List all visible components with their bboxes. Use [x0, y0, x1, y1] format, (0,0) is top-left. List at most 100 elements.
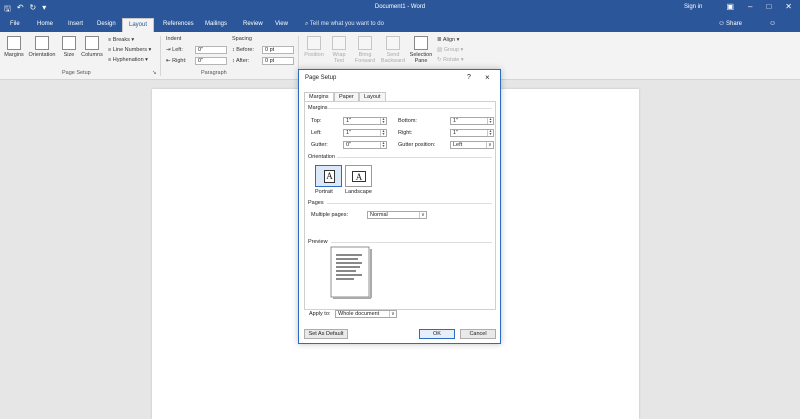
page-setup-launcher-icon[interactable]: ↘ — [152, 70, 157, 76]
send-backward-icon — [386, 36, 400, 50]
align-button[interactable]: ≣ Align ▾ — [437, 37, 459, 43]
spin-arrows-icon[interactable]: ▲ ▼ — [380, 117, 386, 124]
selection-pane-icon — [414, 36, 428, 50]
tab-review[interactable]: Review — [237, 19, 269, 32]
selection-pane-label: Selection Pane — [409, 52, 433, 64]
spin-arrows-icon[interactable]: ▲ ▼ — [380, 141, 386, 148]
tab-home[interactable]: Home — [31, 19, 59, 32]
bring-forward-label: Bring Forward — [354, 52, 376, 64]
margins-button[interactable]: Margins — [3, 36, 25, 58]
size-label: Size — [63, 52, 75, 58]
share-button[interactable]: Share — [726, 21, 742, 27]
orientation-button[interactable]: Orientation — [27, 36, 57, 58]
indent-left-text: Left: — [172, 47, 183, 53]
landscape-page-icon: A — [352, 171, 366, 182]
dialog-close-button[interactable]: × — [485, 73, 490, 82]
columns-icon — [85, 36, 99, 50]
section-divider — [337, 157, 492, 158]
portrait-option[interactable]: A — [315, 165, 342, 187]
position-label: Position — [304, 52, 324, 58]
preview-section-label: Preview — [308, 239, 328, 245]
bring-forward-button[interactable]: Bring Forward — [352, 36, 378, 64]
send-backward-button[interactable]: Send Backward — [380, 36, 406, 64]
gutter-value: 0" — [346, 142, 352, 148]
help-button[interactable]: ? — [467, 74, 471, 81]
tab-view[interactable]: View — [269, 19, 294, 32]
indent-left-label: ⇥ Left: — [166, 47, 183, 53]
size-button[interactable]: Size — [60, 36, 78, 58]
align-label: Align — [442, 37, 456, 43]
top-label: Top: — [311, 118, 322, 124]
tab-mailings[interactable]: Mailings — [199, 19, 233, 32]
chevron-down-icon: ∨ — [389, 311, 396, 317]
top-margin-input[interactable]: 1" ▲ ▼ — [343, 117, 387, 125]
multiple-pages-value: Normal — [370, 212, 388, 218]
minimize-icon[interactable]: – — [748, 2, 752, 11]
indent-right-input[interactable]: 0" — [195, 57, 227, 65]
gutter-input[interactable]: 0" ▲ ▼ — [343, 141, 387, 149]
tab-file[interactable]: File — [4, 19, 26, 32]
line-numbers-label: Line Numbers — [112, 47, 147, 53]
group-button[interactable]: ▧ Group ▾ — [437, 47, 463, 53]
wrap-text-icon — [332, 36, 346, 50]
spin-arrows-icon[interactable]: ▲ ▼ — [487, 117, 493, 124]
after-input[interactable]: 0 pt — [262, 57, 294, 65]
section-divider — [331, 242, 492, 243]
landscape-option[interactable]: A — [345, 165, 372, 187]
orientation-section-label: Orientation — [308, 154, 335, 160]
after-text: After: — [235, 58, 250, 64]
group-separator — [160, 36, 161, 76]
hyphenation-button[interactable]: ≡ Hyphenation ▾ — [108, 57, 148, 63]
tell-me-label: Tell me what you want to do — [309, 21, 384, 27]
ribbon-tabs: File Home Insert Design Layout Reference… — [0, 16, 800, 32]
bring-forward-icon — [358, 36, 372, 50]
ribbon-display-icon[interactable]: ▣ — [726, 2, 734, 11]
send-backward-label: Send Backward — [380, 52, 406, 64]
left-margin-input[interactable]: 1" ▲ ▼ — [343, 129, 387, 137]
tab-references[interactable]: References — [157, 19, 200, 32]
spin-arrows-icon[interactable]: ▲ ▼ — [380, 129, 386, 136]
spin-arrows-icon[interactable]: ▲ ▼ — [487, 129, 493, 136]
gutter-position-select[interactable]: Left ∨ — [450, 141, 494, 149]
breaks-button[interactable]: ≡ Breaks ▾ — [108, 37, 134, 43]
orientation-icon — [35, 36, 49, 50]
right-margin-input[interactable]: 1" ▲ ▼ — [450, 129, 494, 137]
position-icon — [307, 36, 321, 50]
bottom-margin-input[interactable]: 1" ▲ ▼ — [450, 117, 494, 125]
landscape-label: Landscape — [345, 189, 372, 195]
apply-to-select[interactable]: Whole document ∨ — [335, 310, 397, 318]
line-numbers-button[interactable]: ≡ Line Numbers ▾ — [108, 47, 151, 53]
chevron-down-icon: ∨ — [486, 142, 493, 148]
tab-layout[interactable]: Layout — [122, 18, 155, 32]
portrait-page-icon: A — [324, 170, 335, 183]
tell-me-search[interactable]: ⌕ Tell me what you want to do — [305, 21, 384, 28]
columns-button[interactable]: Columns — [80, 36, 104, 58]
position-button[interactable]: Position — [302, 36, 326, 58]
before-input[interactable]: 0 pt — [262, 46, 294, 54]
cancel-button[interactable]: Cancel — [460, 329, 496, 339]
breaks-label: Breaks — [112, 37, 130, 43]
multiple-pages-select[interactable]: Normal ∨ — [367, 211, 427, 219]
sign-in-link[interactable]: Sign in — [684, 4, 702, 10]
gutter-position-value: Left — [453, 142, 463, 148]
selection-pane-button[interactable]: Selection Pane — [408, 36, 434, 64]
hyphenation-label: Hyphenation — [112, 57, 144, 63]
close-icon[interactable]: ✕ — [785, 2, 792, 11]
indent-left-input[interactable]: 0" — [195, 46, 227, 54]
paragraph-group-label: Paragraph — [201, 70, 227, 76]
maximize-icon[interactable]: □ — [766, 2, 771, 11]
wrap-text-button[interactable]: Wrap Text — [328, 36, 350, 64]
columns-label: Columns — [81, 52, 103, 58]
ok-button[interactable]: OK — [419, 329, 455, 339]
page-preview-thumbnail — [330, 246, 372, 299]
size-icon — [62, 36, 76, 50]
tab-design[interactable]: Design — [91, 19, 122, 32]
rotate-button[interactable]: ↻ Rotate ▾ — [437, 57, 464, 63]
window-controls: ▣ – □ ✕ — [726, 2, 792, 11]
feedback-icon[interactable]: ☺ — [769, 20, 776, 27]
right-label: Right: — [398, 130, 413, 136]
title-bar: 🖫 ↶ ↻ ▾ Document1 - Word Sign in ▣ – □ ✕ — [0, 0, 800, 16]
tab-insert[interactable]: Insert — [62, 19, 89, 32]
gutter-position-label: Gutter position: — [398, 142, 436, 148]
set-as-default-button[interactable]: Set As Default — [304, 329, 348, 339]
